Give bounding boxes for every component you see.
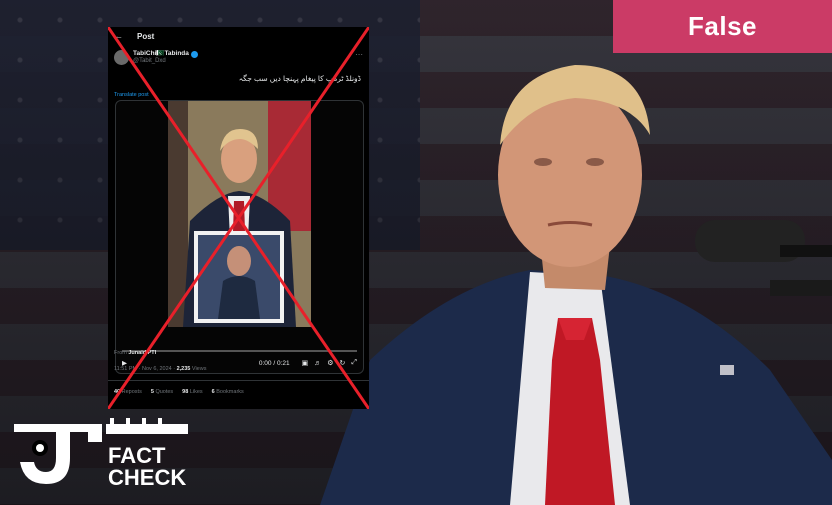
more-icon[interactable]: ⋯ [355, 50, 363, 59]
tweet-screenshot: ← Post TabiChi🇵🇰Tabinda @Tabit_Dxd ⋯ ڈون… [108, 27, 369, 409]
tweet-stats: 40 Reposts 5 Quotes 98 Likes 6 Bookmarks [114, 389, 244, 395]
views-label: Views [191, 366, 207, 372]
from-label: From [114, 350, 127, 356]
likes-label: Likes [189, 389, 203, 395]
quotes-count: 5 [150, 389, 154, 395]
arrow-left-icon[interactable]: ← [114, 31, 123, 41]
tweet-text: ڈونلڈ ٹرمپ کا پیغام پہنچا دیں سب جگہ [238, 74, 361, 83]
reposts-stat[interactable]: 40 Reposts [114, 389, 142, 395]
quotes-label: Quotes [155, 389, 174, 395]
likes-stat[interactable]: 98 Likes [182, 389, 203, 395]
user-handle[interactable]: @Tabit_Dxd [133, 58, 198, 64]
bookmarks-label: Bookmarks [216, 389, 244, 395]
video-frame-image [168, 101, 311, 327]
logo-fact-text: FACT [108, 443, 166, 468]
reposts-count: 40 [114, 389, 121, 395]
fullscreen-icon[interactable]: ⤢ [351, 359, 357, 367]
bookmarks-count: 6 [211, 389, 215, 395]
quotes-stat[interactable]: 5 Quotes [151, 389, 173, 395]
reposts-label: Reposts [121, 389, 142, 395]
tweet-author: TabiChi🇵🇰Tabinda @Tabit_Dxd ⋯ [108, 45, 369, 72]
video-progress-bar[interactable] [122, 350, 357, 352]
user-name[interactable]: TabiChi🇵🇰Tabinda [133, 50, 198, 58]
video-source: From Junaid PTI [114, 350, 156, 356]
divider [108, 380, 369, 381]
settings-icon[interactable]: ⚙ [327, 359, 333, 367]
loop-icon[interactable]: ↻ [340, 359, 346, 367]
bookmarks-stat[interactable]: 6 Bookmarks [212, 389, 244, 395]
volume-icon[interactable]: ♬ [314, 360, 321, 367]
tweet-timestamp[interactable]: 11:51 PM · Nov 6, 2024 [114, 366, 172, 372]
captions-icon[interactable]: ▣ [302, 359, 309, 367]
likes-count: 98 [182, 389, 189, 395]
video-thumbnail [168, 101, 311, 327]
verified-badge-icon [190, 50, 198, 58]
views-count: 2,235 [176, 366, 191, 372]
logo-check-text: CHECK [108, 465, 187, 490]
tweet-header: ← Post [108, 27, 369, 45]
video-time: 0:00 / 0:21 [258, 359, 290, 367]
tweet-meta: 11:51 PM · Nov 6, 2024 · 2,235 Views [114, 366, 207, 372]
user-name-text: TabiChi🇵🇰Tabinda [133, 50, 189, 57]
video-player[interactable]: ▶ 0:00 / 0:21 ▣ ♬ ⚙ ↻ ⤢ [115, 100, 364, 374]
avatar[interactable] [114, 50, 129, 65]
from-source-link[interactable]: Junaid PTI [128, 350, 156, 356]
verdict-badge: False [613, 0, 832, 53]
post-title: Post [137, 31, 155, 41]
speaker-figure [320, 65, 832, 505]
